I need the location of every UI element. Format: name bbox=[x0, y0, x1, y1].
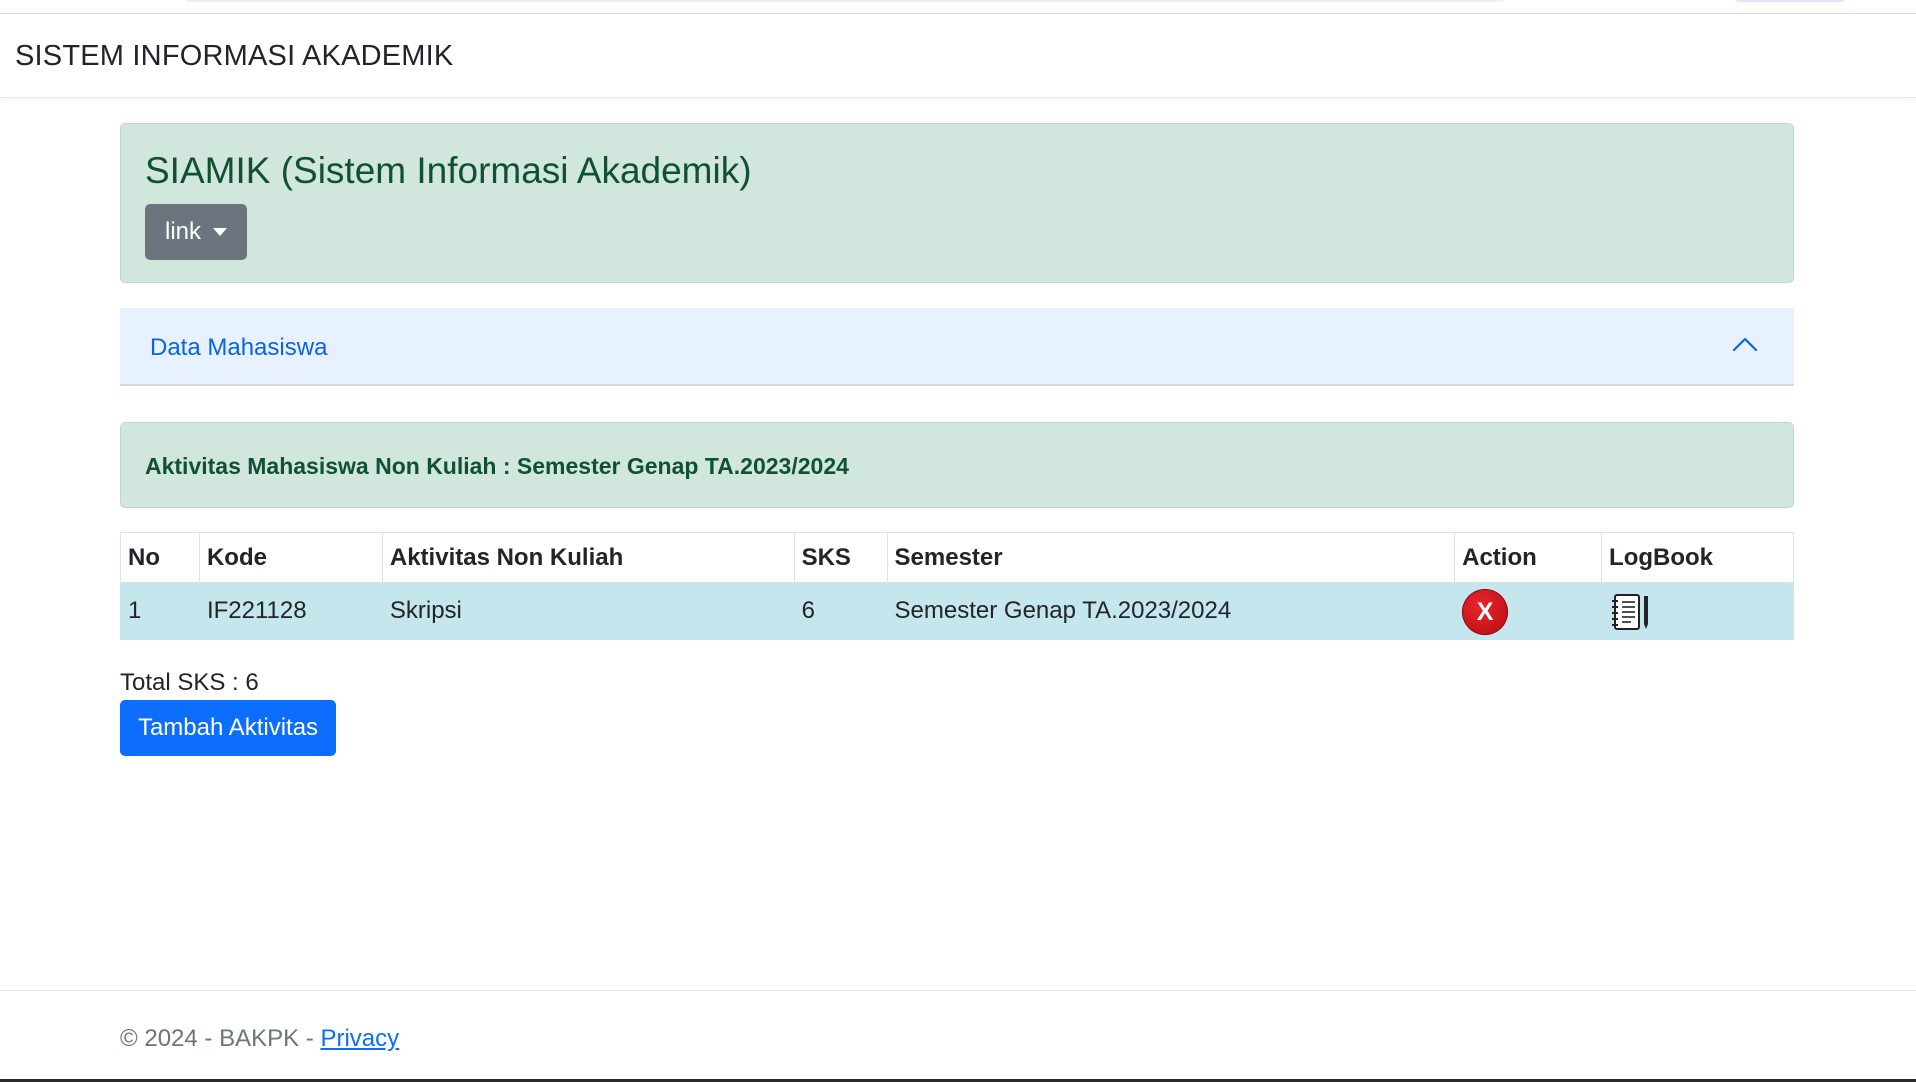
section-title: Aktivitas Mahasiswa Non Kuliah : Semeste… bbox=[145, 453, 849, 479]
logbook-icon[interactable] bbox=[1609, 592, 1655, 632]
caret-down-icon bbox=[213, 228, 227, 236]
navbar-brand[interactable]: SISTEM INFORMASI AKADEMIK bbox=[15, 40, 453, 73]
table-row: 1 IF221128 Skripsi 6 Semester Genap TA.2… bbox=[120, 582, 1794, 640]
section-alert: Aktivitas Mahasiswa Non Kuliah : Semeste… bbox=[120, 422, 1794, 508]
total-sks: Total SKS : 6 bbox=[120, 669, 259, 696]
cell-semester: Semester Genap TA.2023/2024 bbox=[886, 582, 1456, 640]
footer-copyright: © 2024 - BAKPK - bbox=[120, 1025, 321, 1052]
link-dropdown-label: link bbox=[164, 218, 201, 245]
footer-text: © 2024 - BAKPK - Privacy bbox=[120, 1025, 399, 1053]
navbar: SISTEM INFORMASI AKADEMIK bbox=[0, 14, 1916, 98]
link-dropdown-button[interactable]: link bbox=[145, 204, 247, 260]
aktivitas-table: No Kode Aktivitas Non Kuliah SKS Semeste… bbox=[120, 532, 1794, 640]
header-semester: Semester bbox=[886, 532, 1456, 583]
privacy-link[interactable]: Privacy bbox=[320, 1025, 399, 1052]
header-action: Action bbox=[1454, 532, 1603, 583]
page-title: SIAMIK (Sistem Informasi Akademik) bbox=[145, 150, 752, 191]
cell-logbook bbox=[1601, 582, 1794, 640]
delete-icon[interactable]: X bbox=[1462, 589, 1509, 635]
table-header-row: No Kode Aktivitas Non Kuliah SKS Semeste… bbox=[120, 532, 1794, 583]
browser-top-strip bbox=[0, 0, 1916, 14]
header-logbook: LogBook bbox=[1601, 532, 1794, 583]
footer: © 2024 - BAKPK - Privacy bbox=[0, 990, 1916, 1082]
cell-aktivitas: Skripsi bbox=[381, 582, 795, 640]
address-bar-edge bbox=[185, 0, 1505, 2]
header-sks: SKS bbox=[793, 532, 888, 583]
header-kode: Kode bbox=[198, 532, 383, 583]
tambah-aktivitas-button[interactable]: Tambah Aktivitas bbox=[120, 700, 336, 756]
accordion-data-mahasiswa[interactable]: Data Mahasiswa bbox=[120, 308, 1794, 386]
chevron-up-icon bbox=[1732, 337, 1758, 352]
accordion-label: Data Mahasiswa bbox=[150, 334, 328, 361]
header-no: No bbox=[120, 532, 200, 583]
cell-kode: IF221128 bbox=[198, 582, 383, 640]
hero-alert: SIAMIK (Sistem Informasi Akademik) link bbox=[120, 123, 1794, 283]
cell-action: X bbox=[1454, 582, 1603, 640]
toolbar-button-edge bbox=[1735, 0, 1845, 2]
cell-sks: 6 bbox=[793, 582, 888, 640]
header-aktivitas: Aktivitas Non Kuliah bbox=[381, 532, 795, 583]
cell-no: 1 bbox=[120, 582, 200, 640]
